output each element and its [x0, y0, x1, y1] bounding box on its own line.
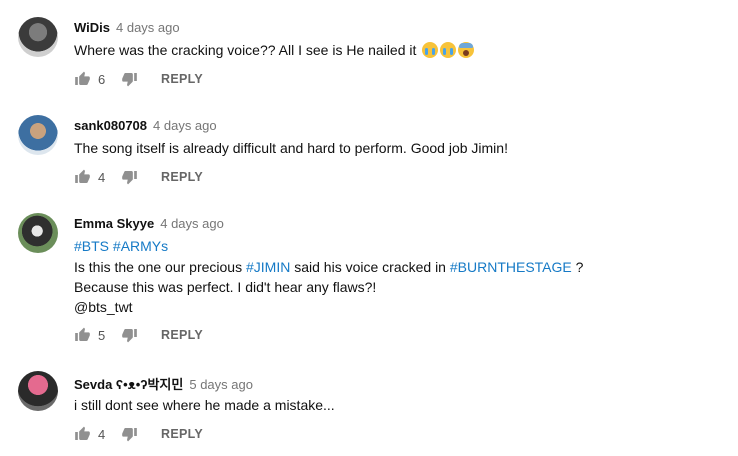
comment-text-segment: said his voice cracked in — [290, 259, 450, 275]
comment-author[interactable]: Emma Skyye — [74, 216, 154, 231]
hashtag-link[interactable]: #BURNTHESTAGE — [450, 259, 572, 275]
loudly-crying-face-icon — [422, 42, 439, 58]
thumbs-up-icon[interactable] — [74, 426, 91, 442]
comment-header: Sevda ʕ•ᴥ•ʔ박지민 5 days ago — [74, 374, 253, 393]
comment-header: sank080708 4 days ago — [74, 118, 217, 133]
hashtag-link[interactable]: #BTS #ARMYs — [74, 238, 168, 254]
comment-time[interactable]: 4 days ago — [160, 216, 224, 231]
comment-text-content: Where was the cracking voice?? All I see… — [74, 42, 417, 58]
comment-text: Where was the cracking voice?? All I see… — [74, 40, 475, 60]
like-count: 6 — [98, 72, 106, 87]
avatar[interactable] — [18, 115, 58, 155]
comment-text-line: Because this was perfect. I did't hear a… — [74, 279, 377, 295]
avatar[interactable] — [18, 371, 58, 411]
avatar[interactable] — [18, 17, 58, 57]
comment-author[interactable]: WiDis — [74, 20, 110, 35]
hashtag-link[interactable]: #JIMIN — [246, 259, 290, 275]
comment-header: WiDis 4 days ago — [74, 20, 180, 35]
reply-button[interactable]: REPLY — [161, 427, 203, 441]
comment-text: i still dont see where he made a mistake… — [74, 397, 335, 413]
reply-button[interactable]: REPLY — [161, 170, 203, 184]
comment-text: The song itself is already difficult and… — [74, 140, 508, 156]
avatar[interactable] — [18, 213, 58, 253]
comment-hashtags-line: #BTS #ARMYs — [74, 236, 168, 256]
like-count: 4 — [98, 427, 106, 442]
comment-header: Emma Skyye 4 days ago — [74, 216, 224, 231]
thumbs-up-icon[interactable] — [74, 327, 91, 343]
comment-text-segment: ? — [571, 259, 584, 275]
comment-author[interactable]: Sevda ʕ•ᴥ•ʔ박지민 — [74, 377, 183, 392]
comment-text-line: Is this the one our precious #JIMIN said… — [74, 257, 583, 277]
thumbs-down-icon[interactable] — [121, 327, 138, 343]
face-screaming-in-fear-icon — [458, 42, 475, 58]
comment-time[interactable]: 4 days ago — [116, 20, 180, 35]
thumbs-down-icon[interactable] — [121, 426, 138, 442]
comment-time[interactable]: 5 days ago — [189, 377, 253, 392]
thumbs-down-icon[interactable] — [121, 169, 138, 185]
comment-text-segment: Is this the one our precious — [74, 259, 246, 275]
thumbs-up-icon[interactable] — [74, 169, 91, 185]
thumbs-down-icon[interactable] — [121, 71, 138, 87]
like-count: 5 — [98, 328, 106, 343]
like-count: 4 — [98, 170, 106, 185]
reply-button[interactable]: REPLY — [161, 72, 203, 86]
thumbs-up-icon[interactable] — [74, 71, 91, 87]
comment-time[interactable]: 4 days ago — [153, 118, 217, 133]
comment-mention: @bts_twt — [74, 299, 133, 315]
reply-button[interactable]: REPLY — [161, 328, 203, 342]
loudly-crying-face-icon — [440, 42, 457, 58]
comment-author[interactable]: sank080708 — [74, 118, 147, 133]
